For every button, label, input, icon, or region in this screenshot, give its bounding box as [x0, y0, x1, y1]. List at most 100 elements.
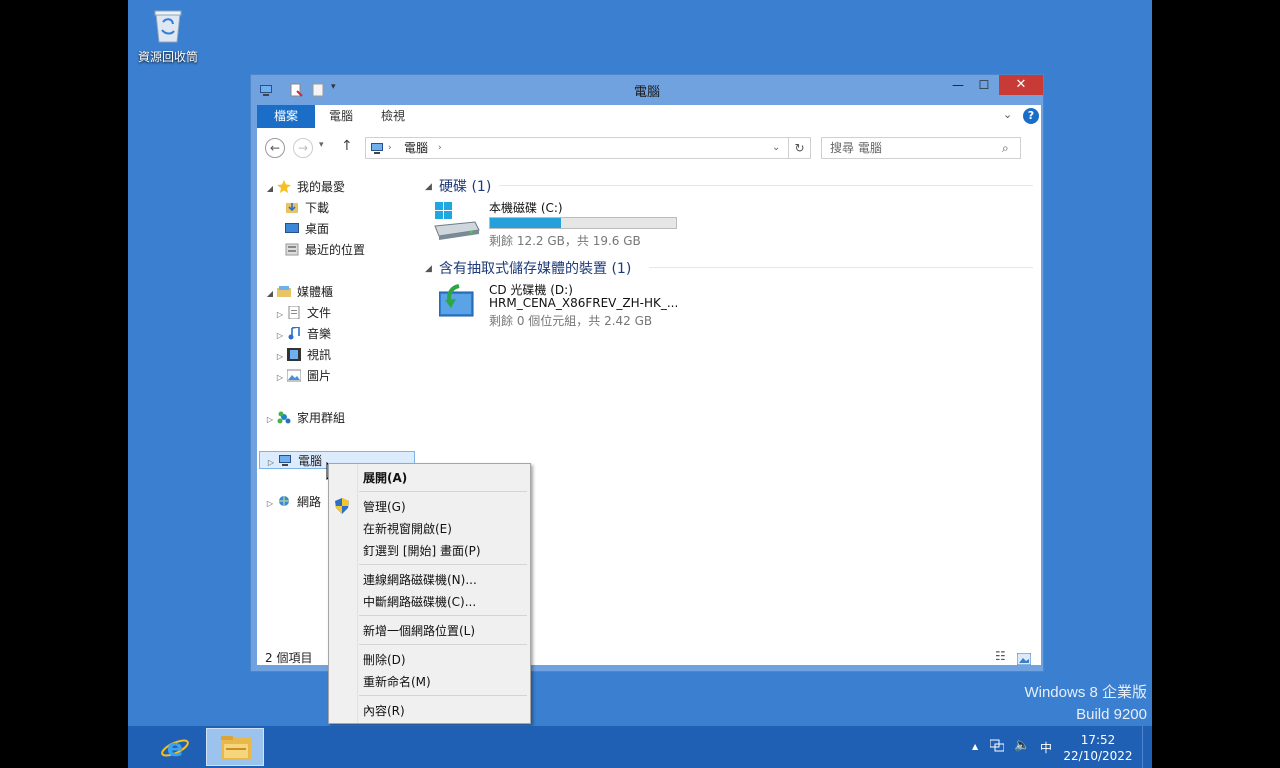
expand-arrow-icon[interactable]: ▷	[275, 369, 285, 387]
hard-drive-icon	[433, 202, 481, 246]
expand-arrow-icon[interactable]: ▷	[275, 348, 285, 366]
drive-c-usage-bar	[489, 217, 677, 229]
tab-view[interactable]: 檢視	[369, 105, 417, 128]
internet-explorer-icon: e	[160, 732, 190, 766]
minimize-button[interactable]: —	[945, 75, 971, 96]
drive-d[interactable]: CD 光碟機 (D:) HRM_CENA_X86FREV_ZH-HK_... 剩…	[433, 282, 693, 332]
menu-item-add-network-location[interactable]: 新增一個網路位置(L)	[363, 622, 475, 639]
expand-arrow-icon[interactable]: ▷	[266, 454, 276, 472]
breadcrumb-chevron-icon[interactable]: ›	[438, 138, 442, 158]
back-icon[interactable]: ←	[265, 138, 285, 158]
nav-item-desktop[interactable]: 桌面	[265, 220, 415, 238]
downloads-icon	[285, 201, 299, 214]
nav-item-label: 文件	[307, 306, 332, 320]
ime-indicator[interactable]: 中	[1040, 739, 1052, 756]
recycle-bin-label: 資源回收筒	[137, 50, 198, 64]
collapse-arrow-icon[interactable]: ◢	[265, 180, 275, 198]
refresh-icon[interactable]: ↻	[789, 137, 811, 159]
details-view-icon[interactable]: ☷	[995, 649, 1006, 663]
drive-c[interactable]: 本機磁碟 (C:) 剩餘 12.2 GB，共 19.6 GB	[433, 200, 693, 250]
maximize-button[interactable]: ☐	[971, 75, 997, 96]
menu-separator	[359, 564, 527, 565]
volume-icon[interactable]: 🔈	[1014, 738, 1030, 753]
group-header-hard-disks[interactable]: 硬碟 (1)	[439, 176, 491, 196]
address-bar[interactable]: › 電腦 › ⌄	[365, 137, 789, 159]
nav-item-pictures[interactable]: ▷ 圖片	[265, 367, 415, 385]
nav-item-label: 音樂	[307, 327, 332, 341]
nav-libraries-label: 媒體櫃	[297, 285, 334, 299]
tab-file[interactable]: 檔案	[257, 105, 315, 128]
collapse-group-icon[interactable]: ◢	[425, 182, 432, 192]
nav-item-label: 桌面	[305, 222, 330, 236]
expand-arrow-icon[interactable]: ▷	[275, 306, 285, 324]
window-title: 電腦	[633, 85, 660, 100]
homegroup-icon	[277, 411, 291, 424]
edition-watermark: Windows 8 企業版 Build 9200	[1024, 682, 1147, 726]
expand-arrow-icon[interactable]: ▷	[265, 411, 275, 429]
menu-item-manage[interactable]: 管理(G)	[363, 498, 406, 515]
watermark-build: Build 9200	[1076, 706, 1147, 723]
recent-locations-icon[interactable]: ▾	[319, 140, 324, 150]
nav-homegroup[interactable]: ▷ 家用群組	[265, 409, 415, 427]
navigation-pane: ◢ 我的最愛 下載 桌面 最近的位置 ◢ 媒體櫃 ▷ 文件 ▷ 音樂 ▷ 視訊 …	[259, 178, 415, 513]
nav-item-documents[interactable]: ▷ 文件	[265, 304, 415, 322]
menu-item-expand[interactable]: 展開(A)	[363, 469, 407, 486]
collapse-arrow-icon[interactable]: ◢	[265, 285, 275, 303]
taskbar-internet-explorer[interactable]: e	[146, 728, 202, 766]
pictures-icon	[286, 369, 302, 382]
menu-separator	[359, 695, 527, 696]
network-tray-icon[interactable]	[989, 739, 1005, 756]
uac-shield-icon	[335, 498, 349, 518]
show-hidden-icons-icon[interactable]: ▲	[972, 742, 978, 751]
forward-icon[interactable]: →	[293, 138, 313, 158]
show-desktop-button[interactable]	[1142, 726, 1152, 768]
clock-time: 17:52	[1080, 733, 1116, 747]
search-input[interactable]: 搜尋 電腦 ⌕	[821, 137, 1021, 159]
address-dropdown-icon[interactable]: ⌄	[772, 138, 780, 158]
up-icon[interactable]: ↑	[341, 138, 353, 154]
taskbar-clock[interactable]: 17:52 22/10/2022	[1058, 732, 1138, 764]
help-icon[interactable]: ?	[1023, 108, 1039, 124]
close-button[interactable]: ✕	[999, 75, 1043, 95]
nav-favorites[interactable]: ◢ 我的最愛	[265, 178, 415, 196]
search-icon: ⌕	[1002, 141, 1009, 155]
drive-c-free-space: 剩餘 12.2 GB，共 19.6 GB	[489, 234, 641, 248]
expand-ribbon-icon[interactable]: ⌄	[1003, 108, 1012, 121]
menu-item-open-new-window[interactable]: 在新視窗開啟(E)	[363, 520, 452, 537]
breadcrumb-chevron-icon[interactable]: ›	[388, 138, 392, 158]
nav-item-music[interactable]: ▷ 音樂	[265, 325, 415, 343]
address-toolbar: ← → ▾ ↑ › 電腦 › ⌄ ↻ 搜尋 電腦 ⌕	[257, 128, 1041, 168]
breadcrumb-computer[interactable]: 電腦	[404, 138, 428, 158]
recycle-bin[interactable]: 資源回收筒	[136, 8, 200, 65]
collapse-group-icon[interactable]: ◢	[425, 264, 432, 274]
status-item-count: 2 個項目	[265, 651, 313, 665]
libraries-icon	[277, 285, 291, 298]
large-icons-view-icon[interactable]	[1016, 650, 1032, 669]
drive-d-free-space: 剩餘 0 個位元組，共 2.42 GB	[489, 314, 653, 328]
menu-item-pin-to-start[interactable]: 釘選到 [開始] 畫面(P)	[363, 542, 481, 559]
nav-computer-label: 電腦	[298, 454, 323, 468]
nav-item-recent-places[interactable]: 最近的位置	[265, 241, 415, 259]
watermark-edition: Windows 8 企業版	[1024, 684, 1147, 701]
nav-item-videos[interactable]: ▷ 視訊	[265, 346, 415, 364]
menu-item-disconnect-network-drive[interactable]: 中斷網路磁碟機(C)...	[363, 593, 476, 610]
nav-item-label: 圖片	[307, 369, 332, 383]
menu-item-delete[interactable]: 刪除(D)	[363, 651, 406, 668]
ribbon-tabs: 檔案 電腦 檢視 ⌄ ?	[257, 105, 1041, 128]
star-icon	[277, 180, 291, 193]
tab-computer[interactable]: 電腦	[317, 105, 365, 128]
nav-libraries[interactable]: ◢ 媒體櫃	[265, 283, 415, 301]
network-icon	[277, 495, 291, 508]
taskbar-file-explorer[interactable]	[206, 728, 264, 766]
expand-arrow-icon[interactable]: ▷	[265, 495, 275, 513]
menu-item-properties[interactable]: 內容(R)	[363, 702, 405, 719]
documents-icon	[287, 305, 301, 320]
expand-arrow-icon[interactable]: ▷	[275, 327, 285, 345]
title-bar[interactable]: ▾ 電腦 — ☐ ✕	[251, 75, 1043, 103]
menu-item-map-network-drive[interactable]: 連線網路磁碟機(N)...	[363, 571, 477, 588]
menu-item-rename[interactable]: 重新命名(M)	[363, 673, 431, 690]
nav-item-downloads[interactable]: 下載	[265, 199, 415, 217]
nav-homegroup-label: 家用群組	[297, 411, 346, 425]
group-header-removable[interactable]: 含有抽取式儲存媒體的裝置 (1)	[439, 258, 631, 278]
nav-item-label: 下載	[305, 201, 330, 215]
